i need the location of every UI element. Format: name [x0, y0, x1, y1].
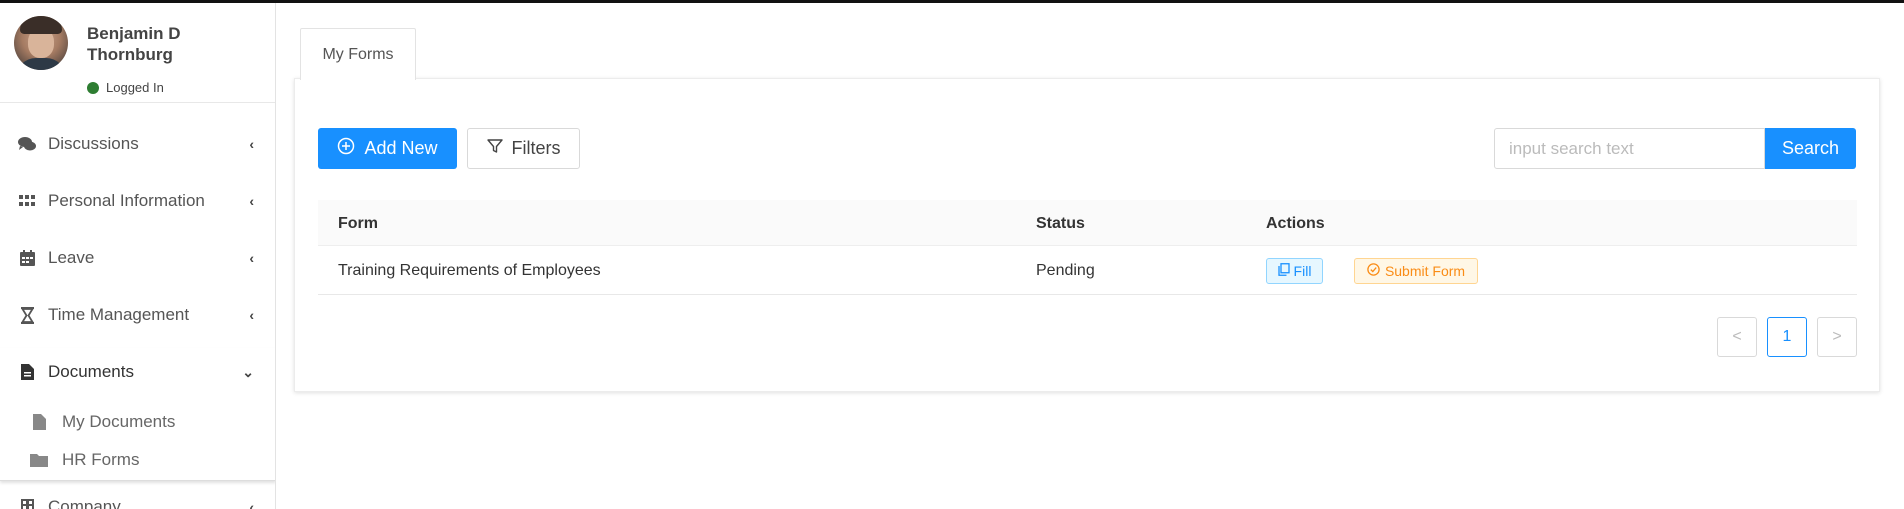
file-icon	[30, 413, 48, 431]
sidebar-item-leave[interactable]: Leave ‹	[0, 238, 275, 278]
add-new-button[interactable]: Add New	[318, 128, 457, 169]
status-cell: Pending	[1036, 262, 1095, 279]
pagination-prev-button[interactable]: <	[1717, 317, 1757, 357]
search-button[interactable]: Search	[1765, 128, 1856, 169]
form-name-cell: Training Requirements of Employees	[338, 262, 601, 279]
sidebar-subitem-label: My Documents	[62, 412, 176, 431]
hourglass-icon	[18, 306, 36, 324]
chevron-left-icon: ‹	[249, 193, 254, 209]
building-icon	[18, 498, 36, 509]
sidebar-item-company[interactable]: Company ‹	[0, 487, 275, 509]
sidebar-item-label: Company	[48, 497, 121, 509]
submit-form-button[interactable]: Submit Form	[1354, 258, 1478, 284]
calendar-icon	[18, 249, 36, 267]
pagination-page-1[interactable]: 1	[1767, 317, 1807, 357]
chevron-down-icon: ⌄	[242, 363, 254, 380]
sidebar-item-label: Time Management	[48, 305, 190, 324]
avatar	[14, 16, 68, 70]
documents-section: Documents ⌄ My Documents HR Forms	[0, 348, 275, 481]
sidebar-item-time-management[interactable]: Time Management ‹	[0, 295, 275, 335]
add-new-label: Add New	[364, 138, 438, 158]
copy-icon	[1277, 263, 1290, 279]
grid-icon	[18, 192, 36, 210]
sidebar-item-label: Leave	[48, 248, 95, 267]
sidebar: Benjamin D Thornburg Logged In Discussio…	[0, 3, 276, 509]
sidebar-item-documents[interactable]: Documents ⌄	[0, 352, 275, 392]
chevron-left-icon: ‹	[249, 307, 254, 323]
sidebar-subitem-my-documents[interactable]: My Documents	[0, 405, 275, 439]
pagination-next-button[interactable]: >	[1817, 317, 1857, 357]
plus-circle-icon	[337, 137, 355, 160]
column-header-actions: Actions	[1266, 215, 1325, 232]
filters-button[interactable]: Filters	[467, 128, 580, 169]
fill-button[interactable]: Fill	[1266, 258, 1323, 284]
filter-icon	[486, 138, 503, 159]
login-status: Logged In	[87, 80, 164, 95]
sidebar-item-label: Personal Information	[48, 191, 205, 210]
sidebar-item-personal-information[interactable]: Personal Information ‹	[0, 181, 275, 221]
chevron-left-icon: ‹	[249, 250, 254, 266]
fill-label: Fill	[1293, 263, 1312, 279]
folder-icon	[30, 451, 48, 469]
chevron-left-icon: ‹	[249, 136, 254, 152]
filters-label: Filters	[511, 138, 561, 158]
column-header-status: Status	[1036, 215, 1085, 232]
document-icon	[18, 363, 36, 381]
column-header-form: Form	[338, 215, 378, 232]
check-circle-icon	[1367, 263, 1380, 279]
user-profile: Benjamin D Thornburg Logged In	[0, 3, 275, 103]
tab-my-forms[interactable]: My Forms	[300, 28, 416, 80]
user-name: Benjamin D Thornburg	[87, 24, 181, 64]
sidebar-item-label: Documents	[48, 362, 134, 381]
sidebar-subitem-label: HR Forms	[62, 450, 140, 469]
sidebar-subitem-hr-forms[interactable]: HR Forms	[0, 443, 275, 477]
status-dot-icon	[87, 81, 99, 94]
table-header: Form Status Actions	[318, 200, 1857, 246]
submit-form-label: Submit Form	[1384, 263, 1466, 279]
status-label: Logged In	[106, 80, 164, 95]
sidebar-item-discussions[interactable]: Discussions ‹	[0, 124, 275, 164]
table-row: Training Requirements of Employees Pendi…	[318, 247, 1857, 295]
search-input[interactable]	[1494, 128, 1765, 169]
sidebar-item-label: Discussions	[48, 134, 139, 153]
chevron-left-icon: ‹	[249, 499, 254, 509]
comments-icon	[18, 135, 36, 153]
